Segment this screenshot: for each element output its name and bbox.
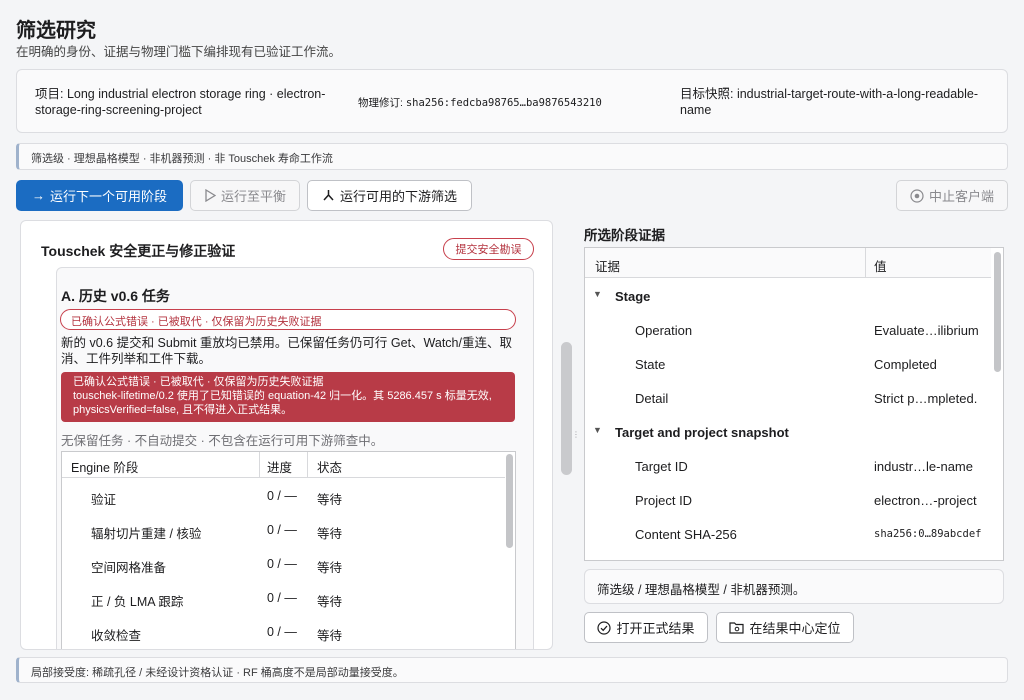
- chevron-down-icon: ▼: [593, 425, 602, 435]
- tree-row[interactable]: Target ID industr…le-name: [585, 450, 991, 484]
- page-subtitle: 在明确的身份、证据与物理门槛下编排现有已验证工作流。: [16, 45, 342, 59]
- table-row[interactable]: 验证 0 / — 等待: [62, 481, 505, 515]
- tree-row[interactable]: State Completed: [585, 348, 991, 382]
- open-formal-result-button[interactable]: 打开正式结果: [584, 612, 708, 643]
- locate-in-results-button[interactable]: 在结果中心定位: [716, 612, 854, 643]
- col-engine-stage: Engine 阶段: [71, 461, 139, 475]
- touschek-panel-title: Touschek 安全更正与修正验证: [41, 243, 236, 259]
- col-value: 值: [874, 260, 887, 274]
- evidence-label: Detail: [635, 391, 669, 406]
- stage-progress: 0 / —: [267, 625, 297, 639]
- tree-group-row[interactable]: ▼ Target and project snapshot: [585, 416, 991, 450]
- stage-status: 等待: [317, 493, 343, 507]
- target-snapshot: 目标快照: industrial-target-route-with-a-lon…: [680, 87, 979, 117]
- submit-erratum-button[interactable]: 提交安全勘误: [443, 238, 534, 260]
- evidence-value: industr…le-name: [874, 459, 973, 474]
- col-evidence: 证据: [595, 260, 621, 274]
- stage-name: 空间网格准备: [91, 561, 167, 575]
- local-acceptance-footer: 局部接受度: 稀疏孔径 / 未经设计资格认证 · RF 桶高度不是局部动量接受度…: [16, 657, 1008, 683]
- open-formal-result-label: 打开正式结果: [616, 621, 695, 636]
- evidence-label: State: [635, 357, 666, 372]
- evidence-table: 证据 值 ▼ Stage Operation Evaluate…ilibrium…: [584, 247, 1004, 561]
- evidence-note: 筛选级 / 理想晶格模型 / 非机器预测。: [584, 569, 1004, 604]
- run-downstream-label: 运行可用的下游筛选: [339, 189, 457, 204]
- physics-revision: 物理修订: sha256:fedcba98765…ba9876543210: [358, 95, 602, 110]
- physics-revision-hash: sha256:fedcba98765…ba9876543210: [405, 97, 602, 109]
- scope-breadcrumb: 筛选级 · 理想晶格模型 · 非机器预测 · 非 Touschek 寿命工作流: [16, 143, 1008, 170]
- left-panel-scrollbar[interactable]: [561, 342, 572, 475]
- engine-stage-table: Engine 阶段 进度 状态 验证 0 / — 等待 辐射切片重建 / 核验 …: [61, 451, 516, 649]
- branch-icon: [323, 190, 334, 201]
- stage-progress: 0 / —: [267, 489, 297, 503]
- stage-status: 等待: [317, 629, 343, 643]
- splitter-grip-icon[interactable]: ⋮: [572, 430, 580, 439]
- stage-status: 等待: [317, 527, 343, 541]
- touschek-panel: Touschek 安全更正与修正验证 提交安全勘误 A. 历史 v0.6 任务 …: [20, 220, 553, 650]
- engine-table-header: Engine 阶段 进度 状态: [62, 452, 505, 478]
- run-next-stage-label: 运行下一个可用阶段: [49, 189, 167, 204]
- run-to-equilibrium-label: 运行至平衡: [220, 189, 286, 204]
- table-row[interactable]: 辐射切片重建 / 核验 0 / — 等待: [62, 515, 505, 549]
- superseded-warning-pill: 已确认公式错误 · 已被取代 · 仅保留为历史失败证据: [60, 309, 516, 330]
- run-to-equilibrium-button[interactable]: 运行至平衡: [190, 180, 300, 211]
- arrow-right-icon: →: [31, 188, 45, 203]
- table-row[interactable]: 收敛检查 0 / — 等待: [62, 617, 505, 649]
- stage-name: 验证: [91, 493, 117, 507]
- folder-search-icon: [729, 622, 745, 634]
- stage-progress: 0 / —: [267, 523, 297, 537]
- formula-error-title: 已确认公式错误 · 已被取代 · 仅保留为历史失败证据: [73, 376, 324, 388]
- tree-group-label: Stage: [615, 289, 651, 304]
- formula-error-alert: 已确认公式错误 · 已被取代 · 仅保留为历史失败证据 touschek-lif…: [61, 372, 515, 422]
- evidence-label: Project ID: [635, 493, 693, 508]
- historical-task-card: A. 历史 v0.6 任务 已确认公式错误 · 已被取代 · 仅保留为历史失败证…: [56, 267, 534, 649]
- evidence-value: Completed: [874, 357, 937, 372]
- evidence-value: sha256:0…89abcdef: [874, 528, 982, 540]
- stage-name: 辐射切片重建 / 核验: [91, 527, 202, 541]
- engine-table-scrollbar[interactable]: [506, 454, 513, 548]
- physics-revision-label: 物理修订:: [358, 97, 406, 109]
- formula-error-detail: touschek-lifetime/0.2 使用了已知错误的 equation-…: [73, 390, 492, 416]
- tree-row[interactable]: Project ID electron…-project: [585, 484, 991, 518]
- abort-client-label: 中止客户端: [928, 189, 994, 204]
- tree-row[interactable]: Operation Evaluate…ilibrium: [585, 314, 991, 348]
- evidence-label: Operation: [635, 323, 693, 338]
- chevron-down-icon: ▼: [593, 289, 602, 299]
- stage-progress: 0 / —: [267, 557, 297, 571]
- stage-name: 正 / 负 LMA 跟踪: [91, 595, 184, 609]
- stage-name: 收敛检查: [91, 629, 142, 643]
- page-title: 筛选研究: [16, 20, 96, 42]
- evidence-scrollbar[interactable]: [994, 252, 1001, 372]
- stage-progress: 0 / —: [267, 591, 297, 605]
- tree-row[interactable]: Detail Strict p…mpleted.: [585, 382, 991, 416]
- tree-row[interactable]: Content SHA-256 sha256:0…89abcdef: [585, 518, 991, 552]
- locate-in-results-label: 在结果中心定位: [749, 621, 841, 636]
- run-next-stage-button[interactable]: → 运行下一个可用阶段: [16, 180, 183, 211]
- tree-group-label: Target and project snapshot: [615, 425, 789, 440]
- task-title: A. 历史 v0.6 任务: [61, 288, 170, 304]
- evidence-label: Content SHA-256: [635, 527, 737, 542]
- evidence-table-header: 证据 值: [585, 248, 991, 278]
- stop-circle-icon: [910, 188, 924, 203]
- col-status: 状态: [317, 461, 343, 475]
- play-icon: [205, 189, 216, 202]
- project-identity: 项目: Long industrial electron storage rin…: [35, 87, 326, 117]
- evidence-value: electron…-project: [874, 493, 977, 508]
- evidence-value: Strict p…mpleted.: [874, 391, 978, 406]
- check-circle-icon: [597, 620, 612, 635]
- evidence-label: Target ID: [635, 459, 688, 474]
- stage-status: 等待: [317, 561, 343, 575]
- evidence-title: 所选阶段证据: [584, 228, 665, 243]
- task-note: 无保留任务 · 不自动提交 · 不包含在运行可用下游筛查中。: [61, 434, 384, 448]
- run-downstream-screening-button[interactable]: 运行可用的下游筛选: [307, 180, 472, 211]
- tree-group-row[interactable]: ▼ Stage: [585, 280, 991, 314]
- evidence-value: Evaluate…ilibrium: [874, 323, 979, 338]
- project-info-card: 项目: Long industrial electron storage rin…: [16, 69, 1008, 133]
- stage-status: 等待: [317, 595, 343, 609]
- table-row[interactable]: 空间网格准备 0 / — 等待: [62, 549, 505, 583]
- abort-client-button[interactable]: 中止客户端: [896, 180, 1008, 211]
- table-row[interactable]: 正 / 负 LMA 跟踪 0 / — 等待: [62, 583, 505, 617]
- col-progress: 进度: [267, 461, 293, 475]
- task-description: 新的 v0.6 提交和 Submit 重放均已禁用。已保留任务仍可行 Get、W…: [61, 336, 512, 366]
